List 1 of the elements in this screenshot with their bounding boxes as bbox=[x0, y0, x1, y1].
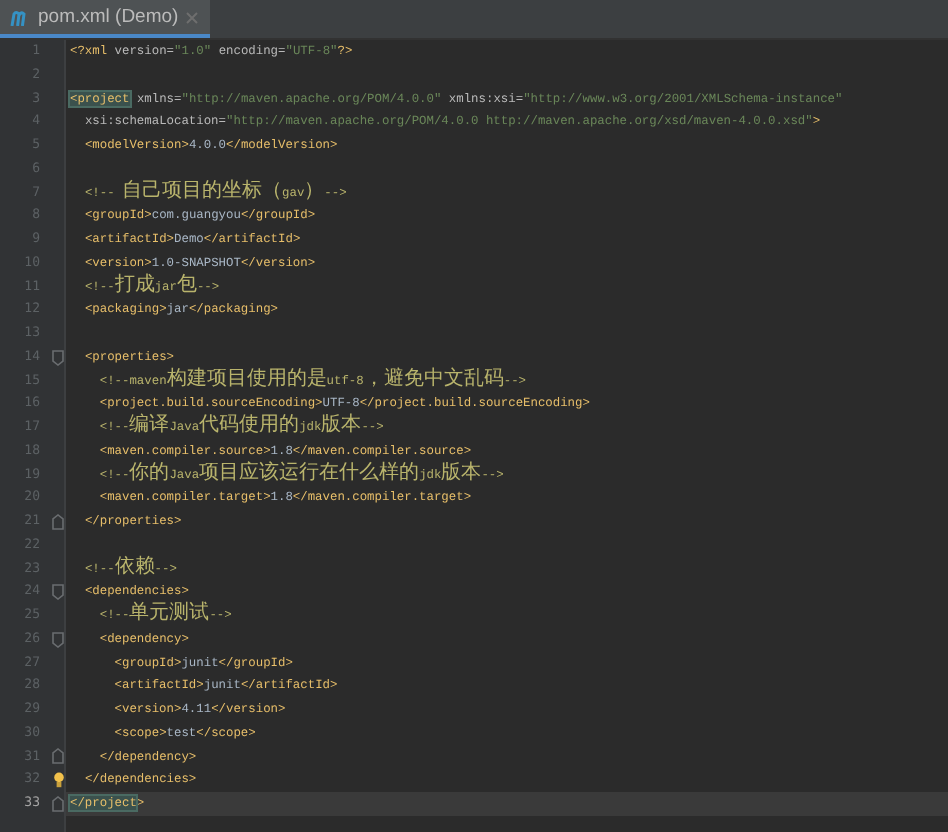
file-tab[interactable]: pom.xml (Demo) bbox=[0, 0, 211, 38]
